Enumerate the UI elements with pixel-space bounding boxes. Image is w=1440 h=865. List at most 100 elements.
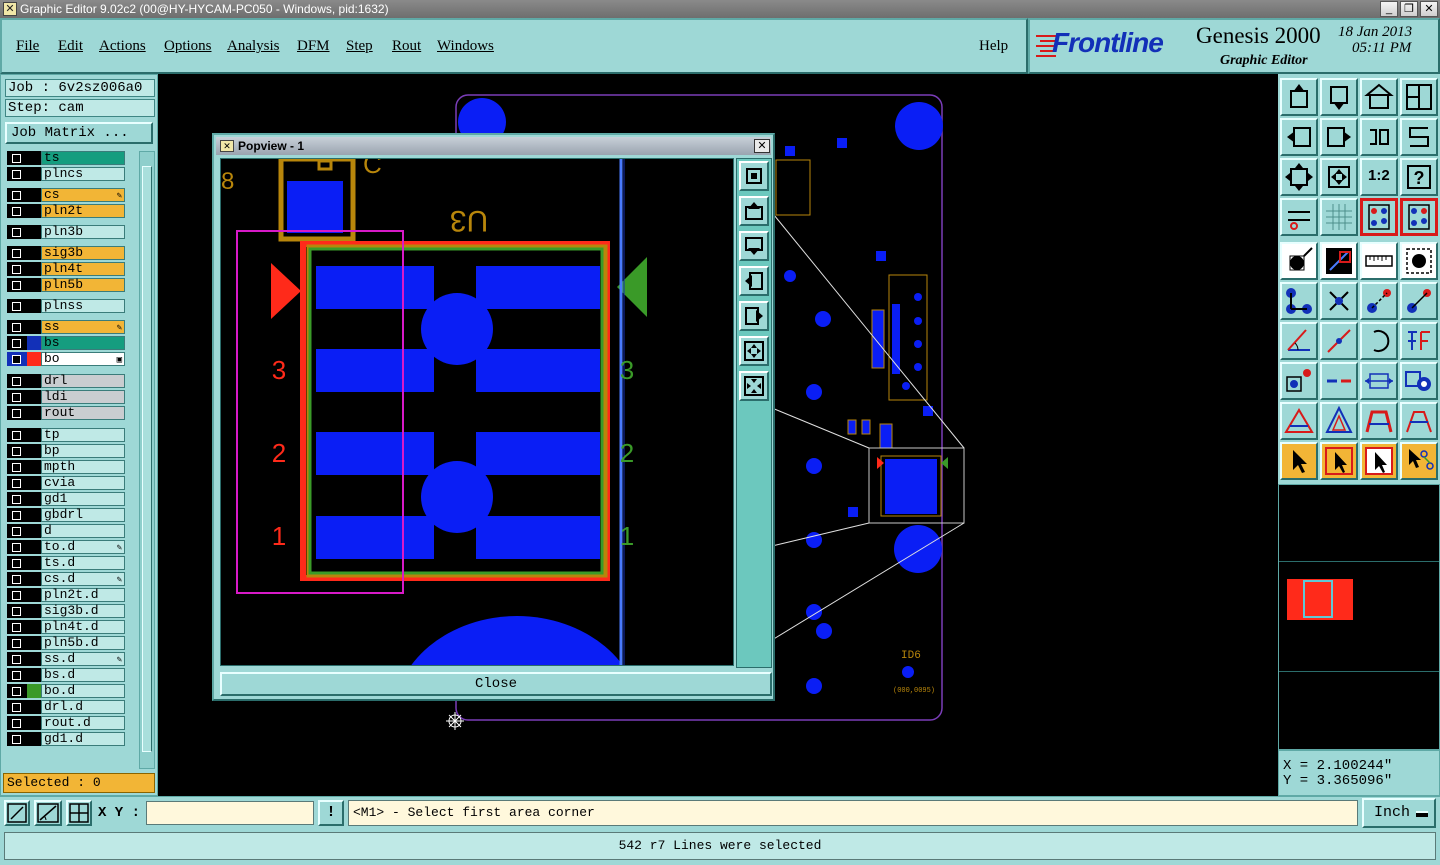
layer-row-bs[interactable]: bs	[7, 336, 125, 350]
layer-visibility-checkbox[interactable]	[7, 444, 27, 458]
layer-visibility-checkbox[interactable]	[7, 684, 27, 698]
layer-visibility-checkbox[interactable]	[7, 668, 27, 682]
layer-row-gd1-d[interactable]: gd1.d	[7, 732, 125, 746]
layer-row-pln5b[interactable]: pln5b	[7, 278, 125, 292]
triangle-shape-button[interactable]	[1280, 402, 1318, 440]
angle-snap-button[interactable]	[34, 800, 62, 826]
window-split-button[interactable]	[1400, 78, 1438, 116]
arc-button[interactable]	[1360, 322, 1398, 360]
popview-pan-left-button[interactable]	[739, 266, 769, 296]
layer-visibility-checkbox[interactable]	[7, 167, 27, 181]
overview-view-frame[interactable]	[1303, 580, 1333, 618]
polygon-shape-button[interactable]	[1320, 402, 1358, 440]
angle-button[interactable]	[1280, 322, 1318, 360]
drag-node-button[interactable]	[1400, 282, 1438, 320]
add-line-button[interactable]	[1320, 242, 1358, 280]
layer-visibility-checkbox[interactable]	[7, 225, 27, 239]
layer-visibility-checkbox[interactable]	[7, 588, 27, 602]
move-node-button[interactable]	[1360, 282, 1398, 320]
layer-visibility-checkbox[interactable]	[7, 700, 27, 714]
layer-row-bp[interactable]: bp	[7, 444, 125, 458]
add-round-pad-button[interactable]	[1400, 242, 1438, 280]
delete-node-button[interactable]	[1320, 282, 1358, 320]
layer-row-plnss[interactable]: plnss	[7, 299, 125, 313]
menu-help[interactable]: Help	[979, 38, 1008, 55]
layer-row-rout[interactable]: rout	[7, 406, 125, 420]
layer-row-ss[interactable]: ss ✎	[7, 320, 125, 334]
layer-row-to-d[interactable]: to.d ✎	[7, 540, 125, 554]
text-feature-button[interactable]	[1400, 322, 1438, 360]
pad-cluster-button[interactable]	[1400, 362, 1438, 400]
pan-left-button[interactable]	[1280, 118, 1318, 156]
menu-windows[interactable]: Windows	[437, 38, 494, 55]
overview-panel[interactable]	[1278, 484, 1440, 750]
select-net-button[interactable]	[1400, 442, 1438, 480]
layer-row-pln2t-d[interactable]: pln2t.d	[7, 588, 125, 602]
view-down-button[interactable]	[1320, 78, 1358, 116]
menu-actions[interactable]: Actions	[99, 38, 146, 55]
layer-row-cs[interactable]: cs ✎	[7, 188, 125, 202]
surface-shape-button[interactable]	[1400, 402, 1438, 440]
job-matrix-button[interactable]: Job Matrix ...	[5, 122, 153, 144]
layer-visibility-checkbox[interactable]	[7, 508, 27, 522]
layer-visibility-checkbox[interactable]	[7, 336, 27, 350]
layer-row-cs-d[interactable]: cs.d ✎	[7, 572, 125, 586]
layer-row-plncs[interactable]: plncs	[7, 167, 125, 181]
connect-nodes-button[interactable]	[1280, 282, 1318, 320]
layer-visibility-checkbox[interactable]	[7, 246, 27, 260]
select-pointer-button[interactable]	[1280, 442, 1318, 480]
layer-visibility-checkbox[interactable]	[7, 151, 27, 165]
menu-edit[interactable]: Edit	[58, 38, 83, 55]
net-select-button[interactable]	[1360, 198, 1398, 236]
layer-visibility-checkbox[interactable]	[7, 188, 27, 202]
menu-analysis[interactable]: Analysis	[227, 38, 280, 55]
popview-close-button[interactable]: Close	[220, 672, 772, 696]
layer-visibility-checkbox[interactable]	[7, 278, 27, 292]
measure-button[interactable]	[1280, 198, 1318, 236]
units-select[interactable]: Inch	[1362, 798, 1436, 828]
menu-options[interactable]: Options	[164, 38, 212, 55]
layer-visibility-checkbox[interactable]	[7, 636, 27, 650]
layer-row-cvia[interactable]: cvia	[7, 476, 125, 490]
minimize-button[interactable]: _	[1380, 1, 1398, 17]
layer-row-pln4t[interactable]: pln4t	[7, 262, 125, 276]
xy-input[interactable]	[146, 801, 314, 825]
layer-visibility-checkbox[interactable]	[7, 524, 27, 538]
layer-visibility-checkbox[interactable]	[7, 572, 27, 586]
layer-visibility-checkbox[interactable]	[7, 374, 27, 388]
grid-snap-button[interactable]	[66, 800, 92, 826]
layer-visibility-checkbox[interactable]	[7, 204, 27, 218]
contour-shape-button[interactable]	[1360, 402, 1398, 440]
layer-visibility-checkbox[interactable]	[7, 556, 27, 570]
layer-row-gbdrl[interactable]: gbdrl	[7, 508, 125, 522]
popview-pan-down-button[interactable]	[739, 231, 769, 261]
layer-row-pln2t[interactable]: pln2t	[7, 204, 125, 218]
ruler-button[interactable]	[1360, 242, 1398, 280]
layer-visibility-checkbox[interactable]	[7, 652, 27, 666]
home-view-button[interactable]	[1360, 78, 1398, 116]
layer-row-sig3b-d[interactable]: sig3b.d	[7, 604, 125, 618]
layer-row-pln5b-d[interactable]: pln5b.d	[7, 636, 125, 650]
layer-row-tp[interactable]: tp	[7, 428, 125, 442]
measure-span-button[interactable]	[1360, 362, 1398, 400]
pad-to-pad-button[interactable]	[1280, 362, 1318, 400]
layer-list-scrollbar[interactable]	[139, 151, 155, 769]
command-exclaim-button[interactable]: !	[318, 800, 344, 826]
popview-pan-up-button[interactable]	[739, 196, 769, 226]
layer-row-ts-d[interactable]: ts.d	[7, 556, 125, 570]
layer-visibility-checkbox[interactable]	[7, 716, 27, 730]
pan-right-button[interactable]	[1320, 118, 1358, 156]
layer-row-gd1[interactable]: gd1	[7, 492, 125, 506]
popview-zoom-fit-button[interactable]	[739, 161, 769, 191]
layer-row-sig3b[interactable]: sig3b	[7, 246, 125, 260]
window-close-button[interactable]: ✕	[1420, 1, 1438, 17]
diagonal-line-button[interactable]	[1320, 322, 1358, 360]
select-box-button[interactable]	[1320, 442, 1358, 480]
layer-row-bo-d[interactable]: bo.d	[7, 684, 125, 698]
layer-visibility-checkbox[interactable]	[7, 428, 27, 442]
add-pad-button[interactable]	[1280, 242, 1318, 280]
rotate-view-button[interactable]	[1360, 118, 1398, 156]
layer-visibility-checkbox[interactable]	[7, 390, 27, 404]
layer-row-pln4t-d[interactable]: pln4t.d	[7, 620, 125, 634]
split-line-button[interactable]	[1320, 362, 1358, 400]
